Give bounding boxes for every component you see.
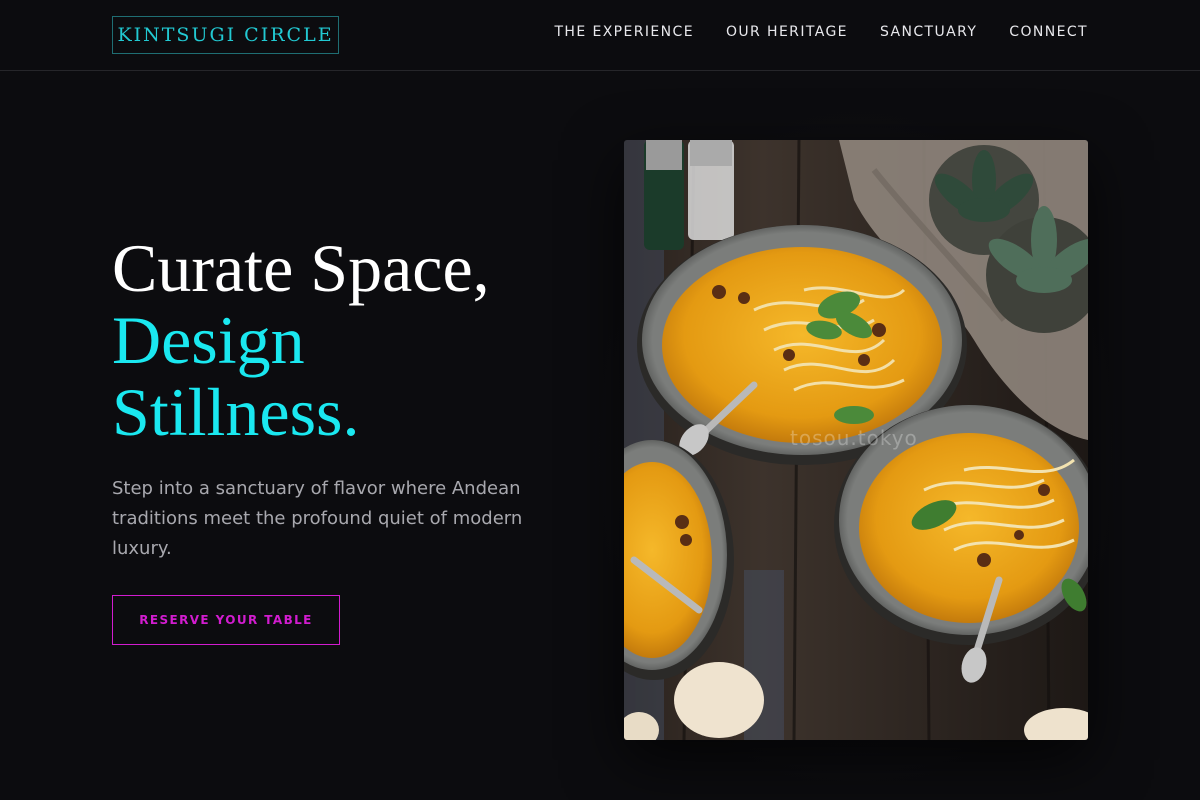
brand-logo[interactable]: KINTSUGI CIRCLE bbox=[112, 16, 339, 54]
hero-subtitle: Step into a sanctuary of flavor where An… bbox=[112, 478, 523, 559]
hero-headline: Curate Space, Design Stillness. bbox=[112, 232, 562, 448]
main-nav: THE EXPERIENCE OUR HERITAGE SANCTUARY CO… bbox=[554, 24, 1088, 40]
nav-link-experience[interactable]: THE EXPERIENCE bbox=[554, 24, 694, 40]
top-navbar: KINTSUGI CIRCLE THE EXPERIENCE OUR HERIT… bbox=[0, 0, 1200, 71]
reserve-table-button[interactable]: RESERVE YOUR TABLE bbox=[112, 595, 340, 645]
hero-section: Curate Space, Design Stillness. bbox=[112, 232, 562, 448]
headline-line-1: Curate Space, bbox=[112, 230, 490, 306]
image-watermark: tosou.tokyo bbox=[790, 426, 918, 450]
nav-link-heritage[interactable]: OUR HERITAGE bbox=[726, 24, 848, 40]
headline-accent-1: Design bbox=[112, 302, 305, 378]
nav-link-connect[interactable]: CONNECT bbox=[1009, 24, 1088, 40]
headline-accent-2: Stillness. bbox=[112, 374, 360, 450]
hero-food-image: tosou.tokyo bbox=[624, 140, 1088, 740]
nav-link-sanctuary[interactable]: SANCTUARY bbox=[880, 24, 977, 40]
